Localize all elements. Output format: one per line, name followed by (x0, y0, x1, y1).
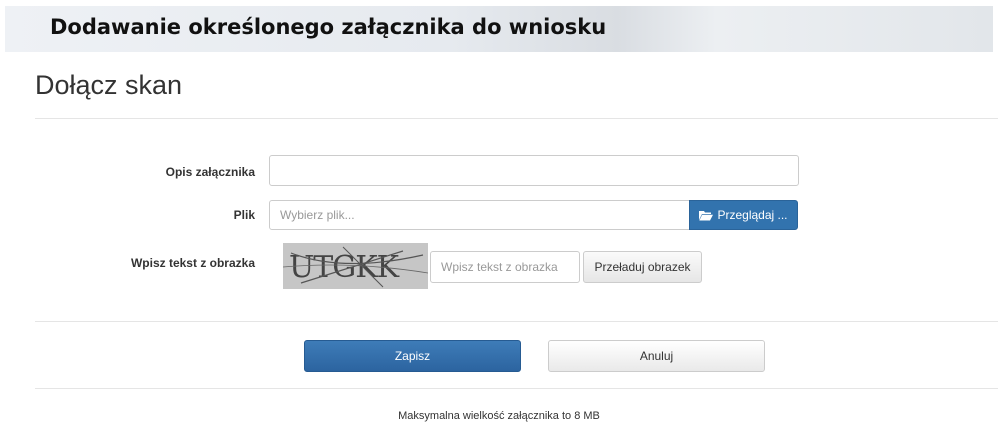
divider-middle (35, 321, 998, 322)
file-label: Plik (233, 208, 255, 222)
captcha-label: Wpisz tekst z obrazka (130, 256, 255, 270)
browse-button-label: Przeglądaj ... (717, 208, 788, 222)
captcha-input[interactable] (430, 251, 580, 283)
divider-bottom (35, 388, 998, 389)
reload-captcha-button[interactable]: Przeładuj obrazek (583, 251, 702, 283)
page-title: Dołącz skan (35, 70, 183, 100)
save-button[interactable]: Zapisz (304, 340, 521, 372)
description-input[interactable] (269, 155, 799, 186)
folder-open-icon (699, 210, 714, 221)
description-label: Opis załącznika (165, 165, 255, 179)
header-banner: Dodawanie określonego załącznika do wnio… (5, 6, 993, 52)
cancel-button[interactable]: Anuluj (548, 340, 765, 372)
captcha-image: UTGKK (283, 243, 428, 289)
max-size-note: Maksymalna wielkość załącznika to 8 MB (398, 410, 600, 422)
divider-top (35, 118, 998, 119)
file-path-input[interactable] (269, 200, 690, 230)
header-title: Dodawanie określonego załącznika do wnio… (50, 15, 607, 39)
browse-button[interactable]: Przeglądaj ... (689, 200, 798, 230)
